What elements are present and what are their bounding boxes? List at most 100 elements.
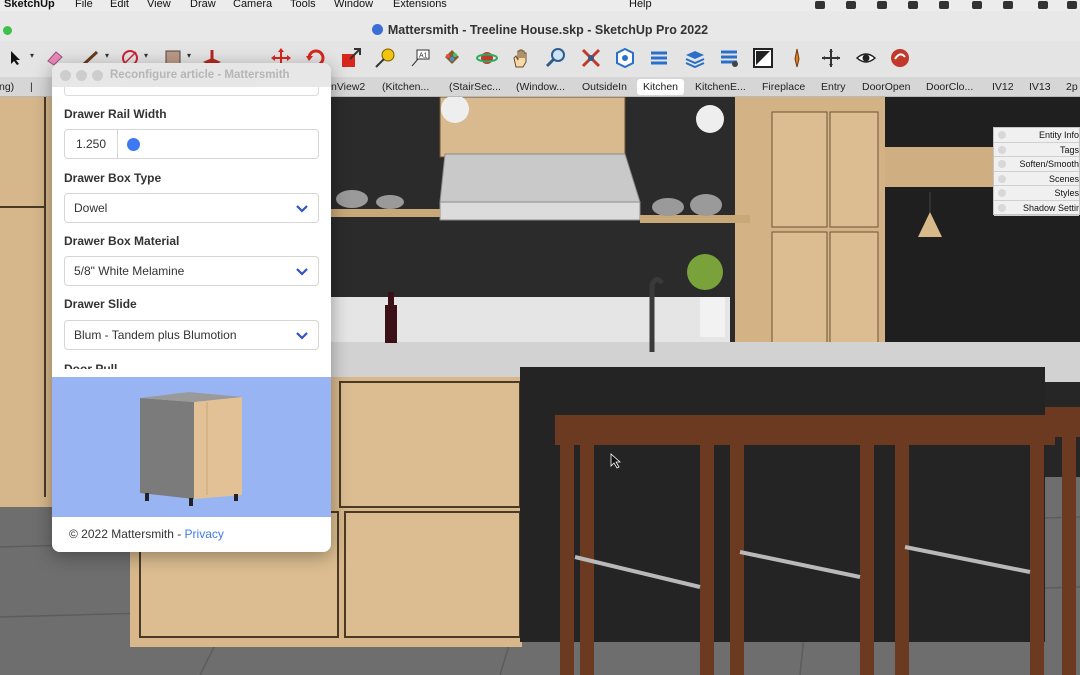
previous-field[interactable] [64, 87, 319, 96]
tray-scenes[interactable]: Scenes [994, 172, 1079, 187]
dialog-footer: © 2022 Mattersmith - Privacy [52, 517, 331, 552]
rail-width-label: Drawer Rail Width [64, 107, 167, 121]
box-material-select[interactable]: 5/8" White Melamine [64, 256, 319, 286]
rail-width-input[interactable]: 1.250 [65, 130, 118, 158]
article-preview [52, 377, 331, 517]
slide-select[interactable]: Blum - Tandem plus Blumotion [64, 320, 319, 350]
tray-entity-info[interactable]: Entity Info [994, 128, 1079, 143]
menu-draw[interactable]: Draw [190, 0, 216, 10]
box-material-value: 5/8" White Melamine [74, 264, 185, 278]
menu-extensions[interactable]: Extensions [393, 0, 447, 10]
scene-tab[interactable]: DoorClo... [926, 80, 973, 95]
window-titlebar: Mattersmith - Treeline House.skp - Sketc… [0, 11, 1080, 41]
axes-icon[interactable] [820, 47, 842, 69]
sketchup-file-icon [371, 24, 383, 35]
status-icon-5[interactable] [938, 0, 950, 11]
rail-width-slider-handle[interactable] [127, 138, 140, 151]
dialog-minimize-button[interactable] [76, 70, 87, 81]
pan-icon[interactable] [510, 47, 532, 69]
status-icon-2[interactable] [845, 0, 857, 11]
section-icon[interactable] [786, 47, 808, 69]
dialog-zoom-button[interactable] [92, 70, 103, 81]
tape-measure-icon[interactable] [374, 47, 396, 69]
scene-tab[interactable]: 2p [1066, 80, 1078, 95]
menu-extra-icon[interactable] [1066, 0, 1078, 11]
status-icon-1[interactable] [814, 0, 826, 11]
style-icon[interactable] [752, 47, 774, 69]
wifi-icon[interactable] [1037, 0, 1049, 11]
status-icon-3[interactable] [876, 0, 888, 11]
select-icon[interactable] [5, 47, 34, 69]
scene-tab-divider: | [30, 81, 33, 93]
tray-soften-smooth[interactable]: Soften/Smooth [994, 157, 1079, 172]
cabinet-preview-image [140, 392, 242, 506]
window-title-text: Mattersmith - Treeline House.skp - Sketc… [387, 23, 709, 37]
menu-edit[interactable]: Edit [110, 0, 129, 10]
scene-tab[interactable]: Entry [821, 80, 846, 95]
slide-value: Blum - Tandem plus Blumotion [74, 328, 237, 342]
scene-tab[interactable]: DoorOpen [862, 80, 910, 95]
tray-panel-label: Styles [1054, 188, 1079, 199]
zoom-extents-icon[interactable] [580, 47, 602, 69]
dialog-title: Reconfigure article - Mattersmith [110, 69, 290, 81]
dialog-form[interactable]: Drawer Rail Width 1.250 Drawer Box Type … [52, 87, 331, 377]
svg-text:A1: A1 [419, 53, 428, 60]
scene-tab[interactable]: KitchenE... [695, 80, 746, 95]
menu-app[interactable]: SketchUp [4, 0, 55, 10]
privacy-link[interactable]: Privacy [185, 527, 224, 541]
door-pull-label: Door Pull [64, 362, 118, 369]
dialog-titlebar[interactable]: Reconfigure article - Mattersmith [52, 63, 331, 87]
tray-panel-label: Soften/Smooth [1019, 159, 1079, 170]
menu-camera[interactable]: Camera [233, 0, 272, 10]
scene-tab[interactable]: Fireplace [762, 80, 805, 95]
box-material-label: Drawer Box Material [64, 234, 180, 248]
zoom-icon[interactable] [545, 47, 567, 69]
scale-icon[interactable] [340, 47, 362, 69]
eye-icon[interactable] [855, 47, 877, 69]
scene-tab[interactable]: (Kitchen... [382, 80, 429, 95]
timer-icon[interactable] [1002, 0, 1014, 11]
mouse-cursor-icon [610, 453, 622, 469]
scene-tab[interactable]: IV12 [992, 80, 1014, 95]
menu-help[interactable]: Help [629, 0, 652, 10]
text-label-icon[interactable]: A1 [409, 47, 431, 69]
menu-window[interactable]: Window [334, 0, 373, 10]
scene-tab[interactable]: nView2 [331, 80, 365, 95]
scene-tab-active[interactable]: Kitchen [637, 79, 685, 95]
chevron-down-icon [295, 322, 309, 350]
extension-icon[interactable] [648, 47, 670, 69]
menu-bar: SketchUp File Edit View Draw Camera Tool… [0, 0, 1080, 11]
warehouse-icon[interactable] [614, 47, 636, 69]
scene-tab[interactable]: ng) [0, 80, 14, 95]
tray-panel-label: Scenes [1048, 173, 1079, 184]
layers-icon[interactable] [684, 47, 706, 69]
default-tray: Entity Info Tags Soften/Smooth Scenes St… [993, 127, 1080, 216]
paint-bucket-icon[interactable] [441, 47, 463, 69]
box-type-select[interactable]: Dowel [64, 193, 319, 223]
scene-tab[interactable]: (Window... [516, 80, 565, 95]
window-title: Mattersmith - Treeline House.skp - Sketc… [0, 23, 1080, 37]
reconfigure-dialog: Reconfigure article - Mattersmith Drawer… [52, 63, 331, 552]
box-type-label: Drawer Box Type [64, 171, 162, 185]
play-icon[interactable] [971, 0, 983, 11]
scene-tab[interactable]: OutsideIn [582, 80, 627, 95]
dialog-close-button[interactable] [60, 70, 71, 81]
copyright-text: © 2022 Mattersmith - [69, 527, 185, 541]
rail-width-control[interactable]: 1.250 [64, 129, 319, 159]
scene-tab[interactable]: IV13 [1029, 80, 1051, 95]
scene-tab[interactable]: (StairSec... [449, 80, 501, 95]
stack-icon[interactable] [718, 47, 740, 69]
menu-file[interactable]: File [75, 0, 93, 10]
status-icon-4[interactable] [907, 0, 919, 11]
tray-styles[interactable]: Styles [994, 186, 1079, 201]
tray-panel-label: Tags [1059, 144, 1079, 155]
box-type-value: Dowel [74, 201, 108, 215]
menu-tools[interactable]: Tools [290, 0, 316, 10]
menu-view[interactable]: View [147, 0, 171, 10]
slide-label: Drawer Slide [64, 297, 137, 311]
tray-tags[interactable]: Tags [994, 143, 1079, 158]
tray-shadow-settings[interactable]: Shadow Settings [994, 201, 1079, 216]
orbit-icon[interactable] [476, 47, 498, 69]
ruby-icon[interactable] [889, 47, 911, 69]
chevron-down-icon [295, 258, 309, 286]
